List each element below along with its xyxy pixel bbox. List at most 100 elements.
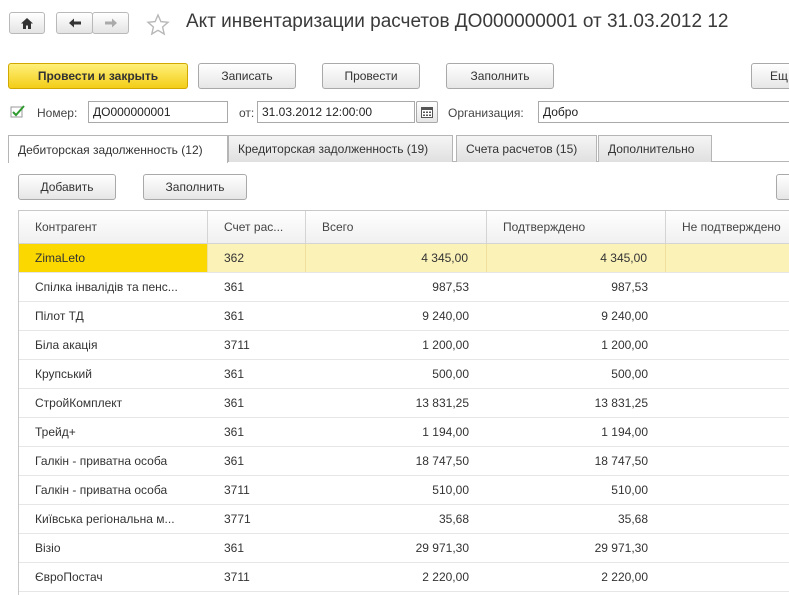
- table-row[interactable]: ZimaLeto 362 4 345,00 4 345,00: [19, 244, 789, 273]
- table-row[interactable]: Біла акація 3711 1 200,00 1 200,00: [19, 331, 789, 360]
- table-row[interactable]: Трейд+ 361 1 194,00 1 194,00: [19, 418, 789, 447]
- table-row[interactable]: Візіо 361 29 971,30 29 971,30: [19, 534, 789, 563]
- home-button[interactable]: [9, 12, 45, 34]
- column-header-confirmed[interactable]: Подтверждено: [487, 211, 666, 243]
- row-counterparty-cell: СтройКомплект: [35, 396, 123, 410]
- table-row[interactable]: Київська регіональна м... 3771 35,68 35,68: [19, 505, 789, 534]
- row-total-cell: 987,53: [432, 280, 469, 294]
- tab-settlement-accounts[interactable]: Счета расчетов (15): [456, 135, 597, 162]
- forward-button[interactable]: [92, 12, 129, 34]
- number-label: Номер:: [37, 106, 78, 120]
- row-confirmed-cell: 1 200,00: [601, 338, 648, 352]
- organization-field[interactable]: Добро: [538, 101, 789, 123]
- calendar-button[interactable]: [416, 101, 438, 123]
- tab-receivables[interactable]: Дебиторская задолженность (12): [8, 135, 228, 163]
- row-unconfirmed-cell: [666, 505, 789, 533]
- row-counterparty-cell: Біла акація: [35, 338, 98, 352]
- row-total-cell: 500,00: [432, 367, 469, 381]
- row-unconfirmed-cell: [666, 418, 789, 446]
- row-account-cell: 361: [224, 309, 245, 323]
- row-counterparty-cell: ЄвроПостач: [35, 570, 103, 584]
- add-button[interactable]: Добавить: [18, 174, 116, 200]
- table-row[interactable]: Крупський 361 500,00 500,00: [19, 360, 789, 389]
- table-row[interactable]: СтройКомплект 361 13 831,25 13 831,25: [19, 389, 789, 418]
- organization-label: Организация:: [448, 106, 524, 120]
- row-counterparty-cell: Київська регіональна м...: [35, 512, 175, 526]
- row-unconfirmed-cell: [666, 302, 789, 330]
- row-account-cell: 362: [208, 244, 306, 272]
- more-button[interactable]: Ещ: [751, 63, 789, 89]
- row-unconfirmed-cell: [666, 476, 789, 504]
- row-unconfirmed-cell: [666, 534, 789, 562]
- post-and-close-button[interactable]: Провести и закрыть: [8, 63, 188, 89]
- row-unconfirmed-cell: [666, 273, 789, 301]
- row-confirmed-cell: 987,53: [611, 280, 648, 294]
- row-unconfirmed-cell: [666, 360, 789, 388]
- column-header-unconfirmed[interactable]: Не подтверждено: [666, 211, 789, 243]
- arrow-left-icon: [68, 18, 81, 28]
- row-unconfirmed-cell: [666, 331, 789, 359]
- table-row[interactable]: Галкін - приватна особа 3711 510,00 510,00: [19, 476, 789, 505]
- table-row[interactable]: Спілка інвалідів та пенс... 361 987,53 987,…: [19, 273, 789, 302]
- table-row[interactable]: Пілот ТД 361 9 240,00 9 240,00: [19, 302, 789, 331]
- table-fill-button[interactable]: Заполнить: [143, 174, 247, 200]
- row-confirmed-cell: 500,00: [611, 367, 648, 381]
- row-counterparty-cell: Трейд+: [35, 425, 76, 439]
- calendar-icon: [421, 106, 433, 118]
- row-counterparty-cell: Крупський: [35, 367, 92, 381]
- row-confirmed-cell: 2 220,00: [601, 570, 648, 584]
- tab-additional[interactable]: Дополнительно: [598, 135, 712, 162]
- row-counterparty-cell: Пілот ТД: [35, 309, 84, 323]
- row-account-cell: 3711: [224, 483, 250, 497]
- row-confirmed-cell: 1 194,00: [601, 425, 648, 439]
- home-icon: [21, 17, 33, 29]
- row-counterparty-cell: ZimaLeto: [19, 244, 208, 272]
- row-total-cell: 510,00: [432, 483, 469, 497]
- row-total-cell: 4 345,00: [306, 244, 487, 272]
- row-total-cell: 1 200,00: [422, 338, 469, 352]
- receivables-table[interactable]: Контрагент Счет рас... Всего Подтвержден…: [18, 210, 789, 595]
- row-total-cell: 2 220,00: [422, 570, 469, 584]
- row-confirmed-cell: 9 240,00: [601, 309, 648, 323]
- column-header-total[interactable]: Всего: [306, 211, 487, 243]
- row-account-cell: 361: [224, 541, 245, 555]
- row-confirmed-cell: 4 345,00: [487, 244, 666, 272]
- row-account-cell: 361: [224, 280, 245, 294]
- star-icon: [146, 13, 170, 36]
- row-counterparty-cell: Галкін - приватна особа: [35, 483, 168, 497]
- row-unconfirmed-cell: [666, 244, 789, 272]
- fill-button[interactable]: Заполнить: [446, 63, 554, 89]
- arrow-right-icon: [104, 18, 117, 28]
- row-unconfirmed-cell: [666, 447, 789, 475]
- favorite-button[interactable]: [146, 13, 170, 37]
- row-confirmed-cell: 510,00: [611, 483, 648, 497]
- table-header: Контрагент Счет рас... Всего Подтвержден…: [19, 211, 789, 244]
- row-account-cell: 3711: [224, 338, 250, 352]
- row-account-cell: 361: [224, 425, 245, 439]
- row-confirmed-cell: 35,68: [617, 512, 648, 526]
- posted-status-icon: [10, 105, 26, 119]
- back-button[interactable]: [56, 12, 93, 34]
- column-header-account[interactable]: Счет рас...: [208, 211, 306, 243]
- row-unconfirmed-cell: [666, 563, 789, 591]
- table-row[interactable]: ЄвроПостач 3711 2 220,00 2 220,00: [19, 563, 789, 592]
- row-account-cell: 361: [224, 396, 245, 410]
- save-button[interactable]: Записать: [198, 63, 296, 89]
- row-account-cell: 3711: [224, 570, 250, 584]
- table-more-button[interactable]: [776, 174, 789, 200]
- row-total-cell: 13 831,25: [415, 396, 469, 410]
- row-counterparty-cell: Галкін - приватна особа: [35, 454, 168, 468]
- column-header-counterparty[interactable]: Контрагент: [19, 211, 208, 243]
- date-field[interactable]: 31.03.2012 12:00:00: [257, 101, 415, 123]
- row-account-cell: 361: [224, 454, 245, 468]
- table-row[interactable]: Галкін - приватна особа 361 18 747,50 18 74…: [19, 447, 789, 476]
- row-confirmed-cell: 29 971,30: [594, 541, 648, 555]
- row-total-cell: 1 194,00: [422, 425, 469, 439]
- number-field[interactable]: ДО000000001: [88, 101, 228, 123]
- row-unconfirmed-cell: [666, 389, 789, 417]
- date-label: от:: [239, 106, 255, 120]
- tab-payables[interactable]: Кредиторская задолженность (19): [228, 135, 453, 162]
- row-counterparty-cell: Візіо: [35, 541, 61, 555]
- row-total-cell: 35,68: [438, 512, 469, 526]
- post-button[interactable]: Провести: [322, 63, 420, 89]
